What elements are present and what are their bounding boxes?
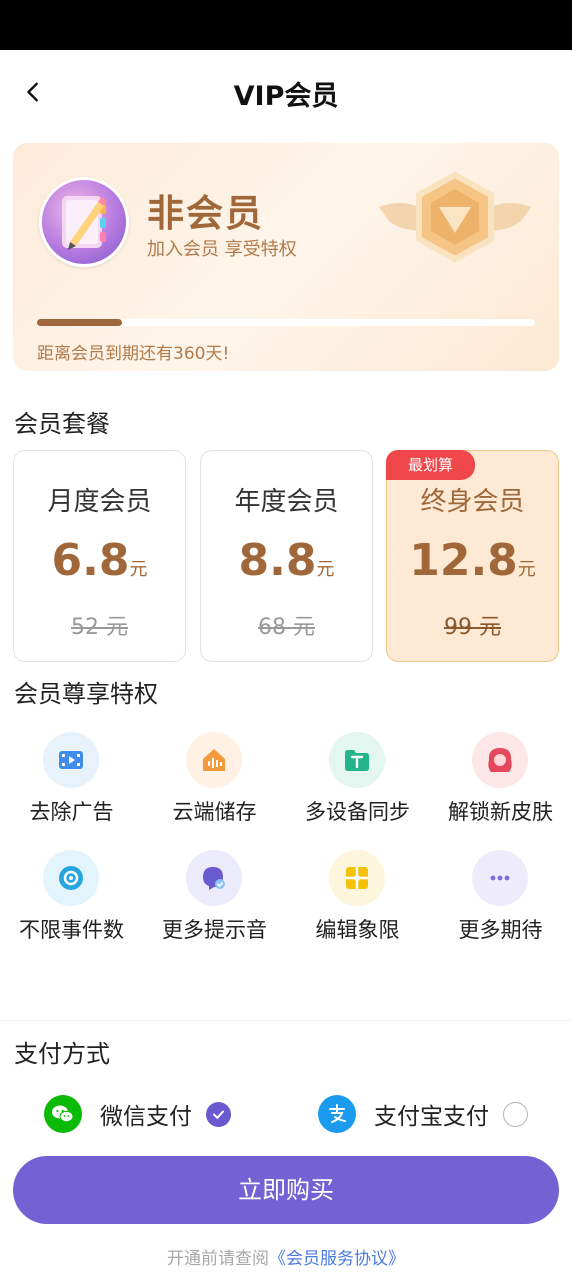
privilege-label: 云端储存 <box>172 800 257 824</box>
privilege-label: 去除广告 <box>29 800 114 824</box>
nav-bar: VIP会员 <box>0 50 572 134</box>
privilege-edit-quadrants[interactable]: 编辑象限 <box>286 846 429 956</box>
plan-price-unit: 元 <box>316 559 335 580</box>
check-icon <box>213 1110 224 1119</box>
plan-original-price: 68 元 <box>258 615 315 640</box>
plan-name: 月度会员 <box>47 487 152 517</box>
payment-radio-checked[interactable] <box>206 1101 231 1127</box>
grid-icon <box>329 850 385 906</box>
privilege-label: 更多期待 <box>458 918 543 942</box>
privilege-more-coming[interactable]: 更多期待 <box>429 846 572 956</box>
plan-price: 6.8元 <box>14 535 185 586</box>
payment-radio-unchecked[interactable] <box>503 1101 528 1127</box>
privilege-more-sounds[interactable]: 更多提示音 <box>143 846 286 956</box>
payment-label: 微信支付 <box>100 1104 192 1130</box>
notebook-pen-icon <box>62 196 107 250</box>
privilege-remove-ads[interactable]: 去除广告 <box>0 728 143 838</box>
membership-progress-bar <box>37 319 535 326</box>
page-title: VIP会员 <box>233 81 339 112</box>
vip-badge-emblem-icon <box>379 171 531 263</box>
folder-text-icon <box>329 732 385 788</box>
hair-face-icon <box>472 732 528 788</box>
privilege-label: 多设备同步 <box>305 800 410 824</box>
alipay-icon <box>318 1095 356 1133</box>
section-divider <box>0 1020 572 1021</box>
payment-section-title: 支付方式 <box>14 1040 110 1068</box>
plan-card-monthly[interactable]: 月度会员 6.8元 52 元 <box>13 450 186 662</box>
plan-original-price: 99 元 <box>444 615 501 640</box>
plan-price-value: 12.8 <box>409 535 518 586</box>
status-bar <box>0 0 572 50</box>
video-icon <box>43 732 99 788</box>
plan-price-value: 6.8 <box>51 535 130 586</box>
membership-subtitle: 加入会员 享受特权 <box>147 239 297 260</box>
wechat-icon <box>44 1095 82 1133</box>
privilege-label: 编辑象限 <box>315 918 400 942</box>
plan-original-price: 52 元 <box>71 615 128 640</box>
payment-option-alipay[interactable]: 支付宝支付 <box>318 1092 528 1136</box>
privilege-grid: 去除广告 云端储存 多设备同步 解锁新皮肤 不限事件数 更多提示音 编辑象限 更… <box>0 728 572 958</box>
payment-label: 支付宝支付 <box>374 1104 489 1130</box>
sound-icon <box>186 850 242 906</box>
plans-section-title: 会员套餐 <box>14 410 110 438</box>
more-dots-icon <box>472 850 528 906</box>
avatar <box>39 177 129 267</box>
plan-price: 8.8元 <box>201 535 372 586</box>
buy-now-button[interactable]: 立即购买 <box>13 1156 559 1224</box>
service-agreement-link[interactable]: 《会员服务协议》 <box>269 1249 405 1269</box>
plan-list: 月度会员 6.8元 52 元 年度会员 8.8元 68 元 最划算 终身会员 1… <box>13 450 559 662</box>
plan-name: 终身会员 <box>420 487 525 517</box>
best-value-badge: 最划算 <box>386 450 475 480</box>
plan-price-unit: 元 <box>517 559 536 580</box>
privilege-label: 不限事件数 <box>19 918 124 942</box>
lens-icon <box>43 850 99 906</box>
privilege-unlimited-events[interactable]: 不限事件数 <box>0 846 143 956</box>
member-status-card: 非会员 加入会员 享受特权 距离会员到期还有360天! <box>13 143 559 371</box>
agreement-notice: 开通前请查阅《会员服务协议》 <box>0 1244 572 1269</box>
privilege-label: 更多提示音 <box>162 918 267 942</box>
privileges-section-title: 会员尊享特权 <box>14 680 158 708</box>
privilege-multi-device-sync[interactable]: 多设备同步 <box>286 728 429 838</box>
membership-progress-fill <box>37 319 122 326</box>
privilege-cloud-storage[interactable]: 云端储存 <box>143 728 286 838</box>
plan-card-lifetime[interactable]: 最划算 终身会员 12.8元 99 元 <box>386 450 559 662</box>
plan-price-value: 8.8 <box>238 535 317 586</box>
privilege-label: 解锁新皮肤 <box>448 800 553 824</box>
plan-card-yearly[interactable]: 年度会员 8.8元 68 元 <box>200 450 373 662</box>
privilege-unlock-skins[interactable]: 解锁新皮肤 <box>429 728 572 838</box>
expire-notice: 距离会员到期还有360天! <box>37 344 230 364</box>
payment-option-wechat[interactable]: 微信支付 <box>44 1092 231 1136</box>
cloud-house-icon <box>186 732 242 788</box>
plan-name: 年度会员 <box>234 487 339 517</box>
plan-price: 12.8元 <box>387 535 558 586</box>
membership-status: 非会员 <box>147 192 264 235</box>
plan-price-unit: 元 <box>129 559 148 580</box>
agreement-prefix: 开通前请查阅 <box>167 1249 269 1269</box>
